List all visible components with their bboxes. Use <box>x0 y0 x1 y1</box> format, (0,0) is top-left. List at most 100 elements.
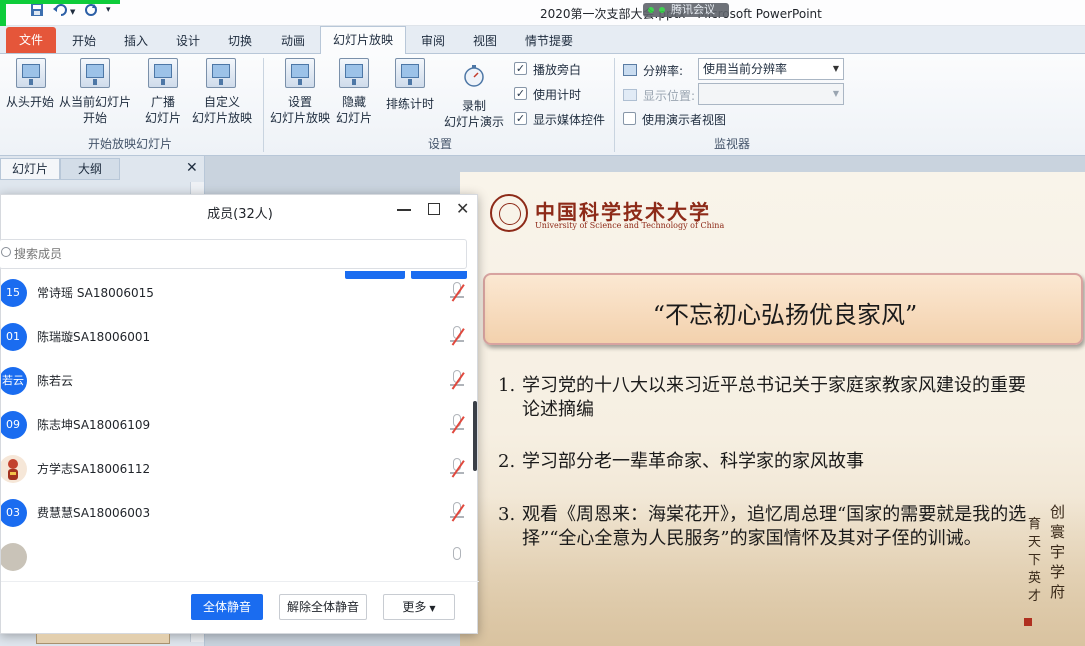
save-icon[interactable] <box>30 3 46 19</box>
tab-storyboarding[interactable]: 情节提要 <box>525 32 573 49</box>
caret-down-icon: ▼ <box>429 604 436 613</box>
tab-slide-show[interactable]: 幻灯片放映 <box>320 26 406 55</box>
screen-shape <box>212 64 230 78</box>
resolution-label: 分辨率: <box>643 64 684 78</box>
mic-off-icon[interactable] <box>448 502 466 524</box>
members-list[interactable]: 15 常诗瑶 SA18006015 01 陈瑞璇SA18006001 若云 陈若… <box>1 271 471 581</box>
tab-review[interactable]: 审阅 <box>421 32 445 49</box>
member-name: 费慧慧SA18006003 <box>37 506 151 520</box>
members-title: 成员(32人) <box>207 207 273 222</box>
stand-shape <box>352 79 356 85</box>
mic-off-icon[interactable] <box>448 326 466 348</box>
slide-thumbnail-edge[interactable] <box>36 634 170 644</box>
tab-file[interactable]: 文件 <box>6 27 56 53</box>
search-members-input[interactable] <box>0 239 467 269</box>
use-timings-checkbox[interactable]: ✓ <box>514 87 527 100</box>
setup-show-icon <box>285 58 315 88</box>
university-seal-icon <box>490 194 528 232</box>
mic-off-icon[interactable] <box>448 414 466 436</box>
tab-transitions[interactable]: 切换 <box>228 32 252 49</box>
show-on-select[interactable]: ▼ <box>698 83 844 105</box>
mic-shape <box>450 428 464 430</box>
member-name: 常诗瑶 SA18006015 <box>37 286 154 300</box>
screen-shape <box>345 64 363 78</box>
mic-shape <box>450 472 464 474</box>
status-dot-icon <box>648 7 654 13</box>
list-item[interactable]: 方学志SA18006112 <box>1 447 471 491</box>
meeting-indicator[interactable]: 腾讯会议 <box>643 3 729 17</box>
tab-insert[interactable]: 插入 <box>124 32 148 49</box>
more-button[interactable]: 更多 ▼ <box>383 594 455 620</box>
university-name-en: University of Science and Technology of … <box>535 221 725 230</box>
mic-shape <box>450 516 464 518</box>
tab-animations[interactable]: 动画 <box>281 32 305 49</box>
stand-shape <box>408 79 412 85</box>
show-on-icon <box>623 89 637 101</box>
tab-outline[interactable]: 大纲 <box>60 158 120 180</box>
mic-off-icon[interactable] <box>448 282 466 304</box>
group-separator <box>614 58 615 152</box>
list-item[interactable]: 15 常诗瑶 SA18006015 <box>1 271 471 315</box>
close-icon[interactable]: ✕ <box>456 199 469 218</box>
stand-shape <box>93 79 97 85</box>
customize-toolbar-icon[interactable]: ▾ <box>106 5 122 21</box>
from-current-label-2: 开始 <box>82 111 107 125</box>
screen-shape <box>291 64 309 78</box>
list-item[interactable] <box>1 535 471 579</box>
stopwatch-icon <box>462 64 486 92</box>
media-controls-checkbox[interactable]: ✓ <box>514 112 527 125</box>
close-icon[interactable]: ✕ <box>186 160 198 176</box>
record-label-1: 录制 <box>461 99 486 113</box>
tab-design[interactable]: 设计 <box>176 32 200 49</box>
custom-show-label-2: 幻灯片放映 <box>191 111 252 125</box>
rehearse-label: 排练计时 <box>385 97 434 111</box>
minimize-icon[interactable] <box>397 209 411 211</box>
presenter-view-label: 使用演示者视图 <box>642 113 727 127</box>
maximize-icon[interactable] <box>428 203 440 215</box>
redo-icon[interactable] <box>84 3 100 19</box>
member-name: 陈若云 <box>37 374 74 388</box>
list-item[interactable]: 09 陈志坤SA18006109 <box>1 403 471 447</box>
presenter-view-checkbox[interactable] <box>623 112 636 125</box>
list-item[interactable]: 03 费慧慧SA18006003 <box>1 491 471 535</box>
status-dot-icon <box>659 7 665 13</box>
tab-view[interactable]: 视图 <box>473 32 497 49</box>
narration-checkbox[interactable]: ✓ <box>514 62 527 75</box>
play-from-current-icon <box>80 58 110 88</box>
show-on-label: 显示位置: <box>643 89 696 103</box>
list-item[interactable]: 01 陈瑞璇SA18006001 <box>1 315 471 359</box>
undo-icon[interactable] <box>52 3 68 19</box>
unmute-all-button[interactable]: 解除全体静音 <box>279 594 367 620</box>
members-panel: 成员(32人) ✕ 15 常诗瑶 SA18006015 01 陈瑞璇SA1800… <box>0 194 479 635</box>
group-label-setup: 设置 <box>428 137 453 151</box>
screen-shape <box>401 64 419 78</box>
ribbon: 从头开始 从当前幻灯片 开始 广播 幻灯片 自定义 幻灯片放映 开始放映幻灯片 … <box>0 54 1085 156</box>
mute-all-button[interactable]: 全体静音 <box>191 594 263 620</box>
play-from-start-icon <box>16 58 46 88</box>
screen-shape <box>86 64 104 78</box>
broadcast-icon <box>148 58 178 88</box>
resolution-select[interactable]: 使用当前分辨率 ▼ <box>698 58 844 80</box>
bullet-number: 1. <box>498 375 516 396</box>
mic-off-icon[interactable] <box>448 547 466 569</box>
calligraphy-line-2: 育天下英才 <box>1028 517 1042 604</box>
tab-home[interactable]: 开始 <box>72 32 96 49</box>
members-footer: 全体静音 解除全体静音 更多 ▼ <box>1 581 479 635</box>
mic-off-icon[interactable] <box>448 370 466 392</box>
avatar: 若云 <box>1 367 27 395</box>
slide-title-box[interactable]: “不忘初心弘扬优良家风” <box>483 273 1083 345</box>
calligraphy-line-1: 创寰宇学府 <box>1050 503 1066 601</box>
resolution-value: 使用当前分辨率 <box>703 62 788 76</box>
calligraphy-inscription: 创寰宇学府 育天下英才 <box>1020 502 1080 632</box>
mic-off-icon[interactable] <box>448 458 466 480</box>
list-item[interactable]: 若云 陈若云 <box>1 359 471 403</box>
title-bar: ▼ ▾ 2020第一次支部大会.pptx - Microsoft PowerPo… <box>0 0 1085 26</box>
slide-canvas[interactable]: 中国科学技术大学 University of Science and Techn… <box>460 172 1085 646</box>
members-scrollbar[interactable] <box>473 401 477 471</box>
setup-show-label-2: 幻灯片放映 <box>269 111 330 125</box>
member-name: 方学志SA18006112 <box>37 462 151 476</box>
avatar: 03 <box>1 499 27 527</box>
from-beginning-label: 从头开始 <box>5 95 54 109</box>
tab-slides[interactable]: 幻灯片 <box>0 158 60 180</box>
bullet-text: 学习党的十八大以来习近平总书记关于家庭家教家风建设的重要论述摘编 <box>522 375 1026 420</box>
